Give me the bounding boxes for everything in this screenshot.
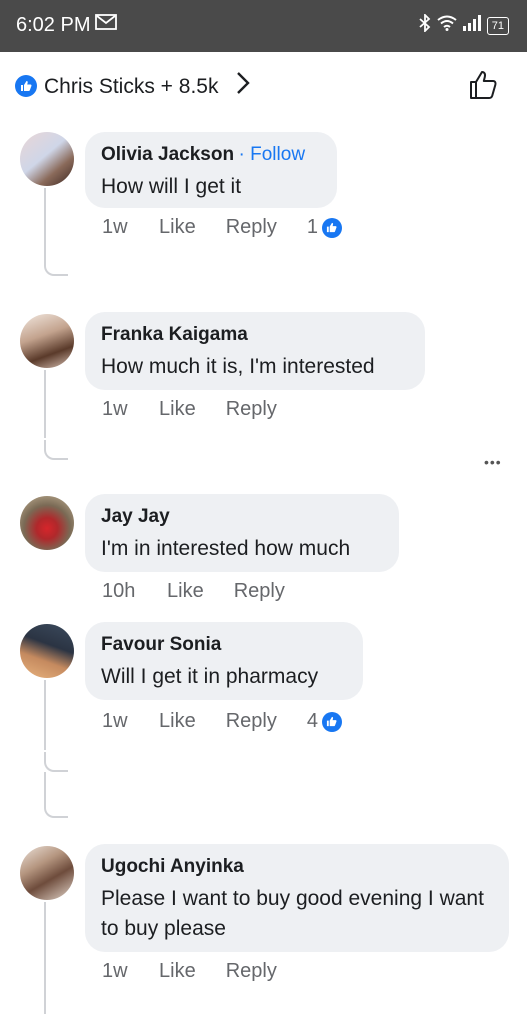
like-link[interactable]: Like	[159, 960, 196, 983]
follow-link[interactable]: · Follow	[239, 144, 306, 165]
comment-text: Please I want to buy good evening I want…	[101, 887, 484, 940]
comment-author[interactable]: Favour Sonia	[101, 634, 347, 656]
comment-time: 10h	[102, 580, 136, 602]
comment-actions: 1w Like Reply	[102, 960, 307, 983]
reply-link[interactable]: Reply	[226, 398, 277, 421]
wifi-icon	[437, 15, 457, 36]
thumbs-up-icon	[470, 71, 497, 99]
like-button[interactable]	[466, 68, 500, 102]
thread-line	[44, 680, 46, 750]
thread-line	[44, 752, 68, 772]
like-link[interactable]: Like	[159, 398, 196, 421]
reply-link[interactable]: Reply	[234, 580, 285, 603]
comment-text: Will I get it in pharmacy	[101, 665, 319, 688]
comment-bubble[interactable]: Favour Sonia Will I get it in pharmacy	[85, 622, 363, 700]
comment-bubble[interactable]: Olivia Jackson · Follow How will I get i…	[85, 132, 337, 208]
reaction-count-number: 4	[306, 710, 318, 732]
reaction-count[interactable]: 4	[307, 710, 342, 733]
comment-actions: 1w Like Reply 4	[102, 710, 342, 733]
comment-author[interactable]: Olivia Jackson	[101, 144, 234, 165]
comment-time: 1w	[102, 710, 128, 732]
thread-line	[44, 440, 68, 460]
like-link[interactable]: Like	[159, 216, 196, 239]
chevron-right-icon[interactable]	[236, 70, 250, 103]
like-reaction-icon	[15, 75, 37, 97]
comment-author[interactable]: Ugochi Anyinka	[101, 856, 493, 878]
thread-line	[44, 798, 68, 818]
like-reaction-icon	[321, 711, 342, 732]
like-link[interactable]: Like	[159, 710, 196, 733]
avatar[interactable]	[20, 624, 74, 678]
bluetooth-icon	[419, 12, 431, 37]
battery-icon: 71	[486, 16, 509, 35]
status-icons: 71	[419, 12, 509, 37]
comment-author[interactable]: Jay Jay	[101, 506, 383, 528]
more-options-icon[interactable]: •••	[484, 454, 502, 470]
mail-icon	[95, 14, 117, 35]
reactors-label[interactable]: Chris Sticks + 8.5k	[44, 75, 218, 99]
avatar[interactable]	[20, 314, 74, 368]
reply-link[interactable]: Reply	[226, 710, 277, 733]
comment-time: 1w	[102, 398, 128, 420]
comment-actions: 1w Like Reply	[102, 398, 307, 421]
comment-time: 1w	[102, 216, 128, 238]
thread-line	[44, 188, 46, 256]
avatar[interactable]	[20, 132, 74, 186]
status-time: 6:02 PM	[16, 14, 91, 36]
reactions-header[interactable]: Chris Sticks + 8.5k	[0, 60, 527, 116]
comment-text: How much it is, I'm interested	[101, 355, 375, 378]
comment-bubble[interactable]: Ugochi Anyinka Please I want to buy good…	[85, 844, 509, 952]
signal-icon	[462, 15, 481, 36]
like-link[interactable]: Like	[167, 580, 204, 603]
thread-line	[44, 370, 46, 438]
like-reaction-icon	[321, 217, 342, 238]
thread-line	[44, 256, 68, 276]
comment-text: I'm in interested how much	[101, 537, 351, 560]
comment-time: 1w	[102, 960, 128, 982]
thread-line	[44, 902, 46, 1014]
thread-line	[44, 772, 46, 798]
comment-actions: 10h Like Reply	[102, 580, 315, 603]
reply-link[interactable]: Reply	[226, 216, 277, 239]
avatar[interactable]	[20, 846, 74, 900]
avatar[interactable]	[20, 496, 74, 550]
status-bar: 6:02 PM 71	[0, 0, 527, 52]
reply-link[interactable]: Reply	[226, 960, 277, 983]
reaction-count[interactable]: 1	[307, 216, 342, 239]
comment-bubble[interactable]: Jay Jay I'm in interested how much	[85, 494, 399, 572]
comment-actions: 1w Like Reply 1	[102, 216, 342, 239]
comment-bubble[interactable]: Franka Kaigama How much it is, I'm inter…	[85, 312, 425, 390]
reaction-count-number: 1	[306, 216, 318, 238]
comment-text: How will I get it	[101, 175, 242, 198]
comment-author[interactable]: Franka Kaigama	[101, 324, 409, 346]
